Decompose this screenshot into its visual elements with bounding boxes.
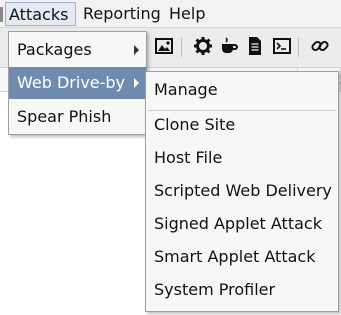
menu-item-label: Packages bbox=[17, 40, 92, 59]
menubar: Attacks Reporting Help bbox=[0, 0, 341, 28]
menu-item-packages[interactable]: Packages bbox=[9, 34, 146, 66]
menu-item-label: Web Drive-by bbox=[17, 73, 126, 92]
attacks-menu: Packages Web Drive-by Spear Phish bbox=[8, 31, 147, 135]
app-window: Attacks Reporting Help Packages Web Driv… bbox=[0, 0, 341, 315]
menu-item-spear-phish[interactable]: Spear Phish bbox=[9, 101, 146, 133]
toolbar-separator bbox=[181, 37, 182, 57]
menu-item-signed-applet-attack[interactable]: Signed Applet Attack bbox=[146, 208, 338, 240]
menu-item-system-profiler[interactable]: System Profiler bbox=[146, 274, 338, 306]
menu-item-scripted-web-delivery[interactable]: Scripted Web Delivery bbox=[146, 175, 338, 207]
menu-item-manage[interactable]: Manage bbox=[146, 74, 338, 106]
menu-item-web-drive-by[interactable]: Web Drive-by bbox=[9, 67, 146, 99]
menubar-edge bbox=[0, 7, 3, 22]
submenu-arrow-icon bbox=[134, 78, 139, 88]
menu-item-smart-applet-attack[interactable]: Smart Applet Attack bbox=[146, 241, 338, 273]
menu-attacks[interactable]: Attacks bbox=[5, 2, 76, 26]
menu-item-host-file[interactable]: Host File bbox=[146, 142, 338, 174]
web-drive-by-submenu: Manage Clone Site Host File Scripted Web… bbox=[145, 71, 339, 312]
menu-item-label: Spear Phish bbox=[17, 107, 112, 126]
document-icon[interactable] bbox=[245, 36, 265, 56]
coffee-cup-icon[interactable] bbox=[219, 36, 239, 56]
menu-item-clone-site[interactable]: Clone Site bbox=[146, 109, 338, 141]
toolbar-separator bbox=[298, 37, 299, 57]
menu-reporting[interactable]: Reporting bbox=[80, 2, 162, 26]
submenu-arrow-icon bbox=[134, 45, 139, 55]
picture-icon[interactable] bbox=[154, 36, 174, 56]
link-icon[interactable] bbox=[310, 36, 330, 56]
settings-gear-icon[interactable] bbox=[193, 36, 213, 56]
terminal-icon[interactable] bbox=[272, 36, 292, 56]
menu-help[interactable]: Help bbox=[166, 2, 210, 26]
